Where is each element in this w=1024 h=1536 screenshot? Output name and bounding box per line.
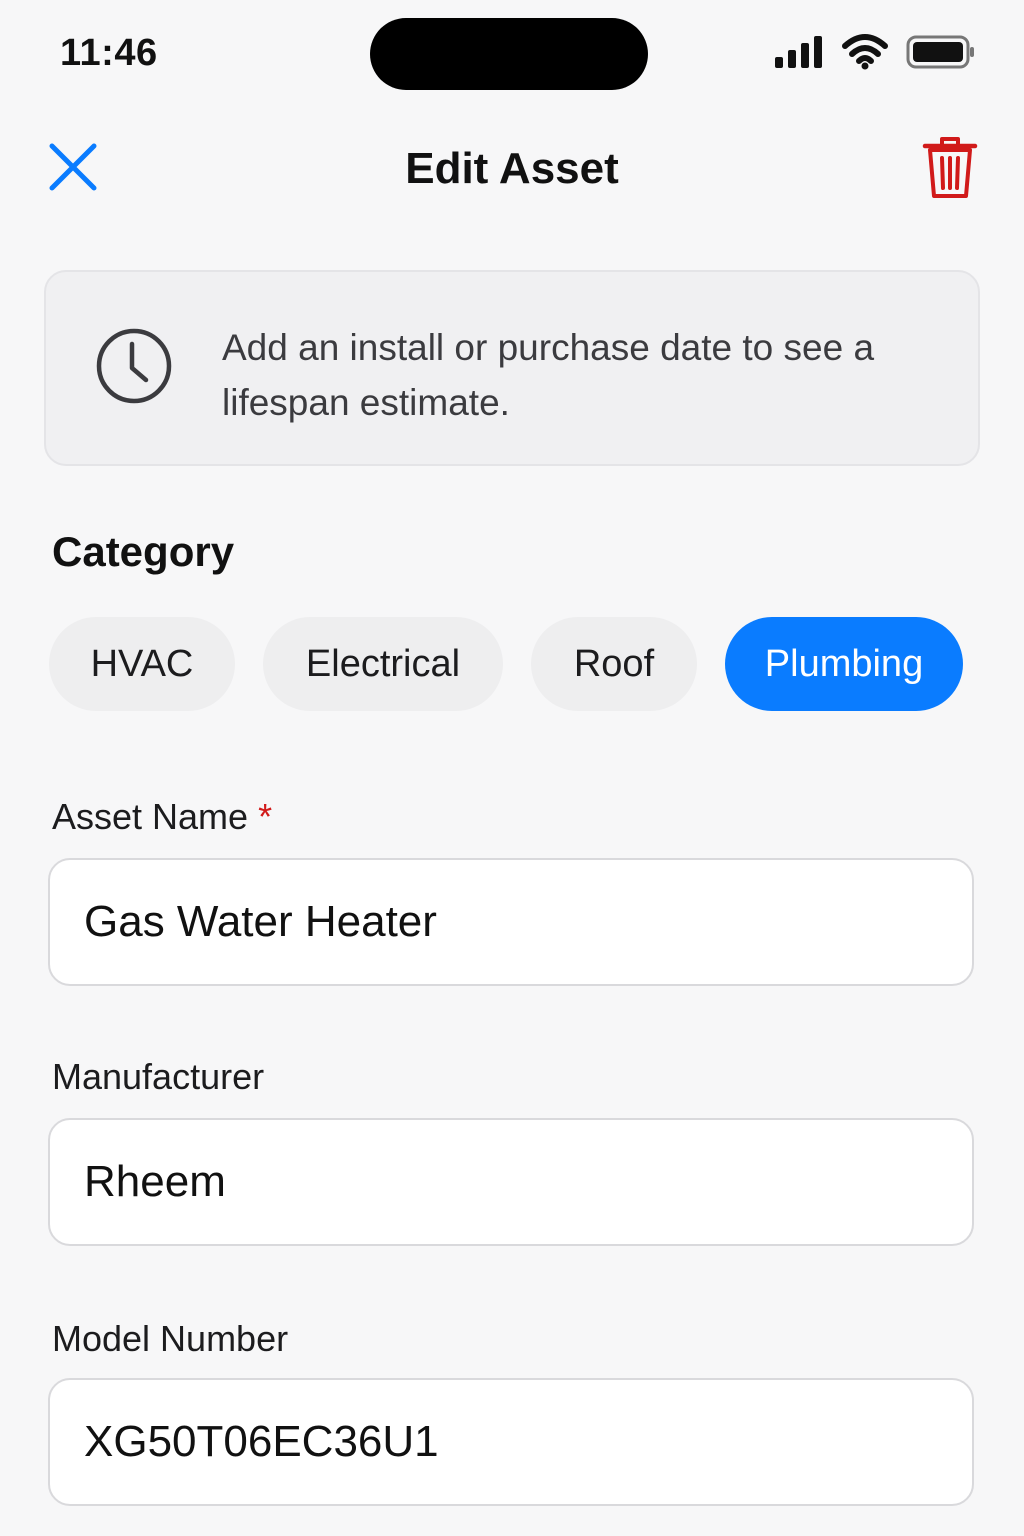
category-chip-hvac[interactable]: HVAC — [49, 617, 235, 711]
asset-name-label-text: Asset Name — [52, 796, 249, 837]
asset-name-label: Asset Name * — [52, 796, 272, 838]
dynamic-island — [370, 18, 648, 90]
manufacturer-field[interactable]: Rheem — [48, 1118, 974, 1246]
category-label: Category — [52, 528, 235, 575]
category-chip-plumbing[interactable]: Plumbing — [725, 617, 963, 711]
manufacturer-label: Manufacturer — [52, 1056, 265, 1097]
delete-button[interactable] — [922, 136, 978, 200]
clock-icon — [96, 328, 172, 404]
required-marker: * — [258, 796, 273, 837]
edit-asset-screen: 11:46 Edit Asset Add an install or purch… — [0, 0, 1024, 1536]
lifespan-info-card: Add an install or purchase date to see a… — [44, 270, 980, 466]
model-number-field[interactable]: XG50T06EC36U1 — [48, 1378, 974, 1506]
model-number-label: Model Number — [52, 1318, 289, 1359]
lifespan-info-text: Add an install or purchase date to see a… — [222, 327, 875, 423]
battery-icon — [906, 35, 974, 69]
category-chip-group: HVAC Electrical Roof Plumbing — [49, 617, 963, 711]
trash-icon — [922, 137, 978, 198]
cellular-signal-icon — [775, 36, 822, 68]
page-title: Edit Asset — [405, 144, 619, 193]
status-icons — [774, 34, 976, 70]
asset-name-field[interactable]: Gas Water Heater — [48, 858, 974, 986]
status-time: 11:46 — [60, 32, 158, 74]
wifi-icon — [842, 34, 888, 70]
category-chip-electrical[interactable]: Electrical — [263, 617, 503, 711]
category-chip-roof[interactable]: Roof — [531, 617, 697, 711]
